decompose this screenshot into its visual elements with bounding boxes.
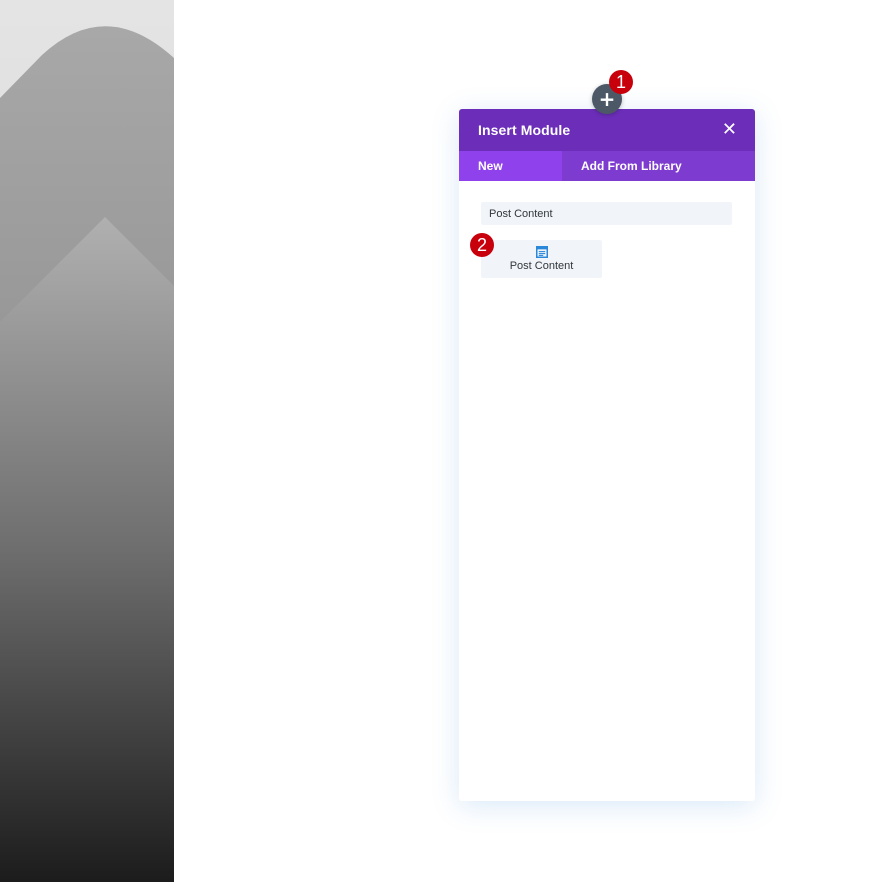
post-content-icon	[535, 246, 548, 258]
insert-module-modal: Insert Module ✕ New Module Add From Libr…	[459, 109, 755, 801]
mountain-placeholder-graphic	[0, 26, 174, 882]
module-tile-post-content[interactable]: Post Content	[481, 240, 602, 278]
modal-title: Insert Module	[478, 122, 571, 138]
close-icon[interactable]: ✕	[722, 121, 737, 139]
front-mountain-shape	[0, 217, 174, 882]
modal-header: Insert Module ✕	[459, 109, 755, 151]
tab-add-from-library[interactable]: Add From Library	[562, 151, 701, 181]
module-search-input[interactable]	[481, 202, 732, 225]
tab-new-module[interactable]: New Module	[459, 151, 562, 203]
step-badge-2: 2	[470, 233, 494, 257]
plus-icon: +	[598, 87, 616, 111]
placeholder-image	[0, 0, 174, 882]
modal-tabs: New Module Add From Library	[459, 151, 755, 203]
step-badge-1: 1	[609, 70, 633, 94]
module-label: Post Content	[509, 260, 574, 272]
